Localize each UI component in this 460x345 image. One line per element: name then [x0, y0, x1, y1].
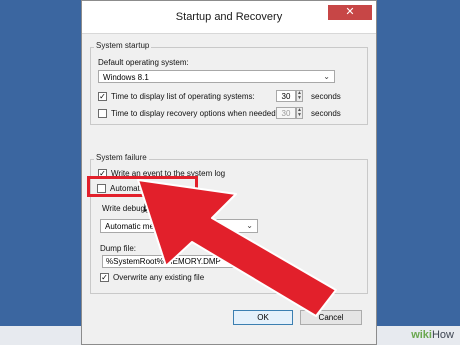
- time-recovery-input[interactable]: 30: [276, 107, 296, 119]
- dump-file-label: Dump file:: [100, 244, 137, 253]
- system-failure-label: System failure: [94, 153, 149, 162]
- desktop-background-right: [376, 0, 460, 345]
- time-recovery-unit: seconds: [311, 109, 341, 118]
- spin-down-icon: ▼: [297, 95, 302, 101]
- time-list-label: Time to display list of operating system…: [111, 92, 255, 101]
- overwrite-checkbox[interactable]: ✓: [100, 273, 109, 282]
- default-os-select[interactable]: Windows 8.1 ⌄: [98, 70, 335, 83]
- time-recovery-spinner[interactable]: ▲ ▼: [296, 107, 303, 119]
- default-os-label: Default operating system:: [98, 58, 189, 67]
- time-list-unit: seconds: [311, 92, 341, 101]
- chevron-down-icon: ⌄: [323, 72, 330, 81]
- default-os-value: Windows 8.1: [103, 73, 149, 82]
- watermark-prefix: wiki: [411, 329, 432, 341]
- time-list-spinner[interactable]: ▲ ▼: [296, 90, 303, 102]
- pointer-arrow-icon: [137, 179, 337, 317]
- time-list-checkbox[interactable]: ✓: [98, 92, 107, 101]
- system-startup-label: System startup: [94, 41, 152, 50]
- time-recovery-label: Time to display recovery options when ne…: [111, 109, 278, 118]
- spin-down-icon: ▼: [297, 112, 302, 118]
- desktop-background-left: [0, 0, 82, 345]
- title-bar: Startup and Recovery ✕: [82, 1, 376, 34]
- watermark-suffix: How: [431, 329, 454, 341]
- close-button[interactable]: ✕: [328, 5, 372, 20]
- time-list-input[interactable]: 30: [276, 90, 296, 102]
- time-recovery-checkbox[interactable]: [98, 109, 107, 118]
- wikihow-watermark: wikiHow: [411, 329, 454, 341]
